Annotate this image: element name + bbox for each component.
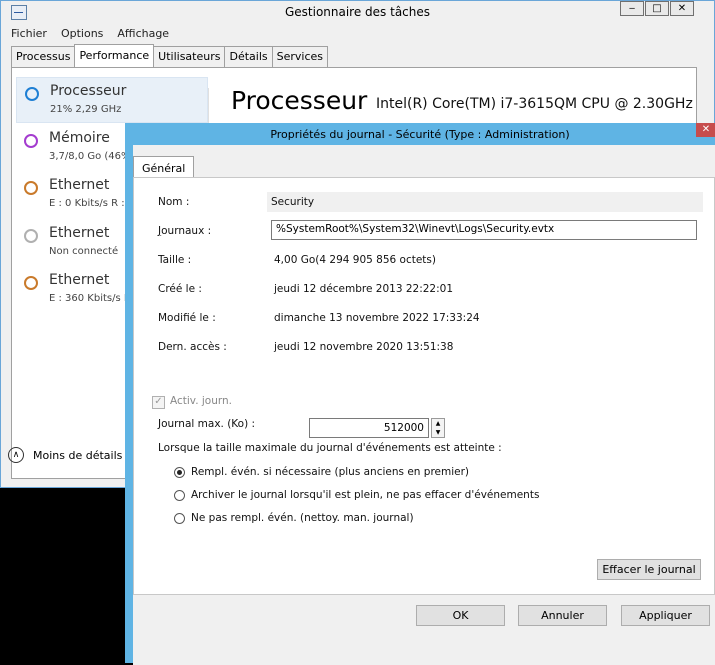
perf-item-name: Ethernet: [49, 225, 110, 241]
perf-item-processeur[interactable]: Processeur 21% 2,29 GHz: [16, 77, 208, 123]
task-manager-title: Gestionnaire des tâches: [284, 5, 431, 19]
dialog-titlebar: Propriétés du journal - Sécurité (Type :…: [125, 123, 715, 145]
accessed-label: Dern. accès :: [158, 341, 227, 353]
perf-item-sub: 3,7/8,0 Go (46%): [49, 151, 135, 162]
close-icon[interactable]: ✕: [670, 1, 694, 16]
maximize-icon[interactable]: □: [645, 1, 669, 16]
log-path-field[interactable]: %SystemRoot%\System32\Winevt\Logs\Securi…: [271, 220, 697, 240]
memory-status-icon: [24, 134, 38, 148]
accessed-value: jeudi 12 novembre 2020 13:51:38: [274, 341, 454, 353]
log-path-label: Journaux :: [158, 225, 212, 237]
general-panel: Nom : Security Journaux : %SystemRoot%\S…: [133, 177, 715, 595]
perf-item-sub: E : 360 Kbits/s R: [49, 293, 131, 304]
ok-button[interactable]: OK: [416, 605, 505, 626]
name-value: Security: [271, 196, 315, 208]
perf-item-name: Ethernet: [49, 177, 110, 193]
max-size-input[interactable]: 512000: [309, 418, 429, 438]
perf-item-name: Processeur: [50, 83, 127, 99]
clear-log-button[interactable]: Effacer le journal: [597, 559, 701, 580]
tab-general[interactable]: Général: [133, 156, 195, 178]
less-details-button[interactable]: ∧ Moins de détails: [8, 447, 122, 463]
enable-logging-label: Activ. journ.: [170, 395, 233, 407]
radio-overwrite[interactable]: [174, 467, 185, 478]
task-manager-menubar: Fichier Options Affichage: [1, 23, 714, 43]
max-size-value: 512000: [383, 422, 424, 434]
tab-utilisateurs[interactable]: Utilisateurs: [153, 46, 226, 67]
perf-item-sub: 21% 2,29 GHz: [50, 104, 122, 115]
radio-no-overwrite[interactable]: [174, 513, 185, 524]
less-details-label: Moins de détails: [33, 448, 123, 462]
ethernet-status-icon: [24, 181, 38, 195]
modified-value: dimanche 13 novembre 2022 17:33:24: [274, 312, 480, 324]
size-value: 4,00 Go(4 294 905 856 octets): [274, 254, 436, 266]
cancel-button[interactable]: Annuler: [518, 605, 607, 626]
tab-services[interactable]: Services: [271, 46, 328, 67]
radio-archive-label: Archiver le journal lorsqu'il est plein,…: [191, 489, 540, 501]
detail-title: Processeur: [231, 86, 368, 115]
modified-label: Modifié le :: [158, 312, 216, 324]
perf-item-sub: Non connecté: [49, 246, 119, 257]
ethernet-status-icon: [24, 276, 38, 290]
chevron-up-icon: ∧: [8, 447, 24, 463]
created-value: jeudi 12 décembre 2013 22:22:01: [274, 283, 454, 295]
radio-archive[interactable]: [174, 490, 185, 501]
when-full-label: Lorsque la taille maximale du journal d'…: [158, 442, 502, 454]
perf-item-sub: E : 0 Kbits/s R :: [49, 198, 125, 209]
created-label: Créé le :: [158, 283, 202, 295]
perf-item-name: Mémoire: [49, 130, 110, 146]
dialog-body: Général Nom : Security Journaux : %Syste…: [133, 145, 715, 665]
name-label: Nom :: [158, 196, 190, 208]
radio-overwrite-label: Rempl. évén. si nécessaire (plus anciens…: [191, 466, 470, 478]
size-label: Taille :: [158, 254, 192, 266]
tab-processus[interactable]: Processus: [11, 46, 76, 67]
tab-details[interactable]: Détails: [224, 46, 273, 67]
enable-logging-checkbox[interactable]: ✓: [152, 396, 165, 409]
name-field: [267, 192, 703, 212]
window-controls: ‒ □ ✕: [619, 1, 694, 16]
menu-affichage[interactable]: Affichage: [113, 23, 175, 43]
perf-item-name: Ethernet: [49, 272, 110, 288]
log-properties-dialog: Propriétés du journal - Sécurité (Type :…: [125, 123, 715, 665]
dialog-title: Propriétés du journal - Sécurité (Type :…: [270, 128, 570, 141]
cpu-status-icon: [25, 87, 39, 101]
close-icon[interactable]: ✕: [696, 123, 715, 137]
max-size-label: Journal max. (Ko) :: [158, 418, 256, 430]
max-size-spinner[interactable]: ▲ ▼: [431, 418, 445, 438]
cpu-model: Intel(R) Core(TM) i7-3615QM CPU @ 2.30GH…: [376, 96, 693, 112]
menu-fichier[interactable]: Fichier: [7, 23, 53, 43]
task-manager-tabs: Processus Performance Utilisateurs Détai…: [11, 44, 328, 68]
radio-no-overwrite-label: Ne pas rempl. évén. (nettoy. man. journa…: [191, 512, 414, 524]
ethernet-status-icon: [24, 229, 38, 243]
apply-button[interactable]: Appliquer: [621, 605, 710, 626]
minimize-icon[interactable]: ‒: [620, 1, 644, 16]
tab-performance[interactable]: Performance: [74, 44, 155, 68]
menu-options[interactable]: Options: [57, 23, 109, 43]
task-manager-titlebar: Gestionnaire des tâches ‒ □ ✕: [1, 1, 714, 23]
